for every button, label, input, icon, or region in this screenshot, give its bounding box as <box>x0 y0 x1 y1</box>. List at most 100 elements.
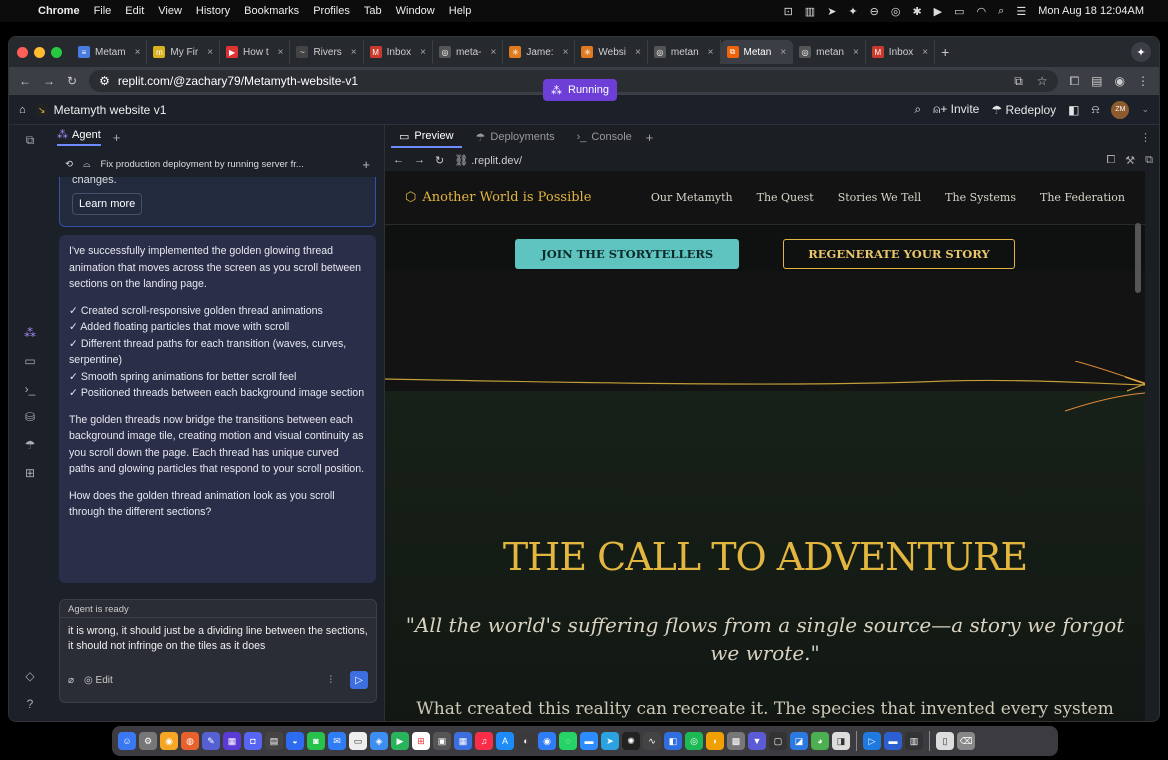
spotlight-search-icon[interactable]: ⌕ <box>998 5 1004 18</box>
tab-console[interactable]: ›_ Console <box>569 126 640 148</box>
spotify-icon[interactable]: ◎ <box>685 732 703 750</box>
open-new-window-icon[interactable]: ⧉ <box>1145 154 1153 167</box>
layout-toggle-icon[interactable]: ◧ <box>1068 103 1079 117</box>
app-icon[interactable]: ▷ <box>863 732 881 750</box>
tab-deployments[interactable]: ☂ Deployments <box>468 126 563 148</box>
site-logo[interactable]: ⬡ Another World is Possible <box>405 190 591 205</box>
browser-tab[interactable]: ◎ metan × <box>648 40 721 64</box>
close-tab-icon[interactable]: × <box>491 47 497 58</box>
preview-back-icon[interactable]: ← <box>393 154 404 166</box>
menu-help[interactable]: Help <box>449 5 472 17</box>
zoom-window-button[interactable] <box>51 46 62 58</box>
menu-window[interactable]: Window <box>396 5 435 17</box>
gemini-sparkle-icon[interactable]: ✦ <box>1131 42 1151 62</box>
app-icon[interactable]: ◕ <box>811 732 829 750</box>
chrome-icon[interactable]: ◉ <box>160 732 178 750</box>
app-icon[interactable]: ▥ <box>905 732 923 750</box>
learn-more-button[interactable]: Learn more <box>72 193 143 215</box>
settings-sliders-icon[interactable]: ⫶ <box>330 675 333 686</box>
trash-icon[interactable]: ⌫ <box>957 732 975 750</box>
notifications-icon[interactable]: ⍾ <box>1092 102 1100 117</box>
app-icon[interactable]: ▦ <box>223 732 241 750</box>
close-tab-icon[interactable]: × <box>922 47 928 58</box>
menu-view[interactable]: View <box>158 5 182 17</box>
reading-mode-icon[interactable]: ▤ <box>1091 74 1102 88</box>
openai-icon[interactable]: ✺ <box>622 732 640 750</box>
browser-tab[interactable]: M Inbox × <box>364 40 433 64</box>
close-window-button[interactable] <box>17 46 28 58</box>
close-tab-icon[interactable]: × <box>635 47 641 58</box>
profile-icon[interactable]: ◉ <box>1115 74 1125 88</box>
history-icon[interactable]: ⟲ <box>65 159 73 170</box>
browser-tab[interactable]: ≡ Metam × <box>72 40 148 64</box>
app-icon[interactable]: ▭ <box>349 732 367 750</box>
airdrop-icon[interactable]: ◎ <box>891 5 901 18</box>
calendar-icon[interactable]: ⊞ <box>412 732 430 750</box>
app-icon[interactable]: ◗ <box>706 732 724 750</box>
attach-icon[interactable]: ⌀ <box>68 675 74 686</box>
deployments-icon[interactable]: ☂ <box>25 438 36 452</box>
close-tab-icon[interactable]: × <box>135 47 141 58</box>
close-tab-icon[interactable]: × <box>278 47 284 58</box>
menubar-clock[interactable]: Mon Aug 18 12:04AM <box>1038 5 1144 17</box>
all-tools-icon[interactable]: ⊞ <box>25 466 35 480</box>
menu-bookmarks[interactable]: Bookmarks <box>244 5 299 17</box>
app-icon[interactable]: ▤ <box>265 732 283 750</box>
nav-the-quest[interactable]: The Quest <box>757 191 814 204</box>
extensions-icon[interactable]: ⧠ <box>1070 74 1080 89</box>
close-tab-icon[interactable]: × <box>708 47 714 58</box>
chrome-menu-icon[interactable]: ⋮ <box>1137 74 1149 88</box>
preview-forward-icon[interactable]: → <box>414 154 425 166</box>
zoom-icon[interactable]: ▬ <box>580 732 598 750</box>
menu-profiles[interactable]: Profiles <box>313 5 350 17</box>
avatar[interactable]: ZM <box>1111 100 1130 119</box>
send-button[interactable]: ▷ <box>350 671 368 689</box>
app-icon[interactable]: ▼ <box>748 732 766 750</box>
app-icon[interactable]: ◪ <box>790 732 808 750</box>
app-icon[interactable]: ▦ <box>454 732 472 750</box>
edit-mode-toggle[interactable]: ◎ Edit <box>84 675 113 686</box>
invite-button[interactable]: ⍝+ Invite <box>933 102 979 117</box>
app-icon[interactable]: ◧ <box>664 732 682 750</box>
app-store-icon[interactable]: A <box>496 732 514 750</box>
close-tab-icon[interactable]: × <box>420 47 426 58</box>
search-icon[interactable]: ⌕ <box>914 102 921 117</box>
firefox-icon[interactable]: ◍ <box>181 732 199 750</box>
preview-reload-icon[interactable]: ↻ <box>435 154 444 167</box>
app-icon[interactable]: ◉ <box>538 732 556 750</box>
app-icon[interactable]: ◈ <box>370 732 388 750</box>
facetime-icon[interactable]: ▶ <box>391 732 409 750</box>
close-tab-icon[interactable]: × <box>780 47 786 58</box>
app-icon[interactable]: ∿ <box>643 732 661 750</box>
app-icon[interactable]: ✎ <box>202 732 220 750</box>
play-icon[interactable]: ▶ <box>934 5 942 18</box>
new-tab-button[interactable]: + <box>941 44 949 60</box>
menu-tab[interactable]: Tab <box>364 5 382 17</box>
menu-app-name[interactable]: Chrome <box>38 5 80 17</box>
site-settings-icon[interactable]: ⚙ <box>99 74 110 88</box>
browser-tab[interactable]: ✳ Jame: × <box>503 40 576 64</box>
finder-icon[interactable]: ☺ <box>118 732 136 750</box>
mail-icon[interactable]: ✉ <box>328 732 346 750</box>
app-status-icon[interactable]: ✦ <box>848 5 857 18</box>
theme-icon[interactable]: ◇ <box>25 669 34 683</box>
forward-icon[interactable]: → <box>43 74 55 88</box>
app-icon[interactable]: ▣ <box>433 732 451 750</box>
reload-icon[interactable]: ↻ <box>67 74 77 88</box>
pane-menu-icon[interactable]: ⋮ <box>1140 131 1151 144</box>
new-chat-button[interactable]: + <box>362 157 370 172</box>
focus-icon[interactable]: ⊖ <box>870 5 879 18</box>
home-icon[interactable]: ⌂ <box>19 104 26 116</box>
discord-icon[interactable]: ◘ <box>244 732 262 750</box>
nav-stories[interactable]: Stories We Tell <box>838 191 921 204</box>
device-icon[interactable]: ⧠ <box>1106 154 1115 167</box>
tab-preview[interactable]: ▭ Preview <box>391 126 462 148</box>
browser-tab[interactable]: ◎ metan × <box>793 40 866 64</box>
add-tab-button[interactable]: + <box>113 130 121 145</box>
audio-meter-icon[interactable]: ▥ <box>805 5 815 18</box>
app-icon[interactable]: ▩ <box>727 732 745 750</box>
menu-edit[interactable]: Edit <box>125 5 144 17</box>
screen-record-icon[interactable]: ⊡ <box>784 5 793 18</box>
devtools-icon[interactable]: ⚒ <box>1125 154 1135 167</box>
nav-federation[interactable]: The Federation <box>1040 191 1125 204</box>
